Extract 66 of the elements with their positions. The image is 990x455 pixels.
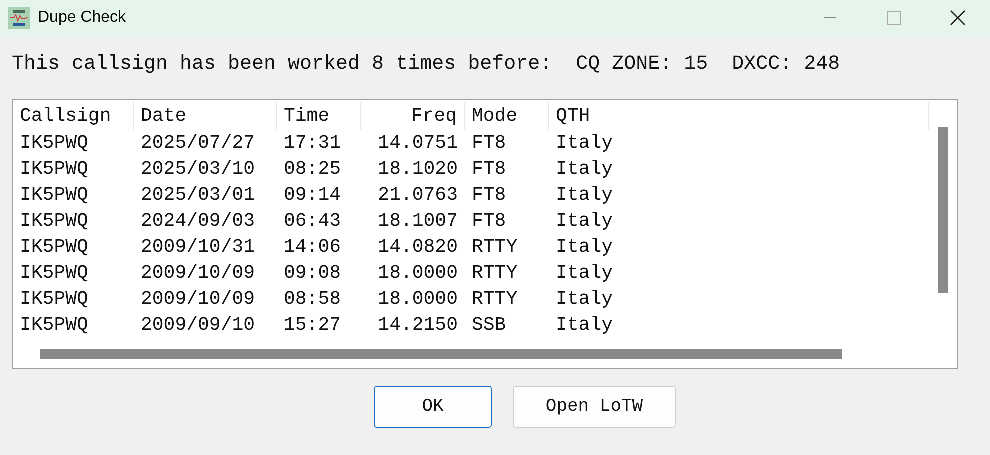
- table-cell-text: IK5PWQ: [19, 208, 90, 234]
- table-cell-text: IK5PWQ: [19, 130, 90, 156]
- column-header[interactable]: Freq: [361, 102, 465, 130]
- table-cell-text: 2025/03/10: [140, 156, 256, 182]
- table-cell-text: RTTY: [471, 234, 519, 260]
- table-cell-text: 14:06: [283, 234, 342, 260]
- table-cell-text: 15:27: [283, 312, 342, 338]
- table-cell-text: IK5PWQ: [19, 156, 90, 182]
- vertical-scrollbar[interactable]: [938, 127, 948, 293]
- table-cell-text: IK5PWQ: [19, 260, 90, 286]
- table-cell-text: 2025/03/01: [140, 182, 256, 208]
- table-cell-text: Italy: [555, 208, 614, 234]
- table-cell-text: 18.1020: [377, 156, 459, 182]
- table-cell-text: IK5PWQ: [19, 182, 90, 208]
- cq-zone-label: CQ ZONE: 15: [576, 52, 708, 78]
- table-cell-text: 21.0763: [377, 182, 459, 208]
- table-cell-text: 08:25: [283, 156, 342, 182]
- table-cell-text: 14.0820: [377, 234, 459, 260]
- table-cell-text: SSB: [471, 312, 508, 338]
- table-cell-text: Italy: [555, 286, 614, 312]
- dialog-button[interactable]: OK: [374, 386, 492, 428]
- table-cell-text: RTTY: [471, 260, 519, 286]
- table-cell-text: Italy: [555, 182, 614, 208]
- table-cell-text: FT8: [471, 208, 508, 234]
- table-cell-text: Italy: [555, 260, 614, 286]
- app-logo-icon: [8, 7, 30, 29]
- table-cell-text: 17:31: [283, 130, 342, 156]
- dialog-button[interactable]: Open LoTW: [513, 386, 676, 428]
- close-icon: [950, 10, 966, 26]
- table-cell-text: 14.2150: [377, 312, 459, 338]
- horizontal-scrollbar[interactable]: [40, 349, 842, 359]
- window-title: Dupe Check: [38, 8, 126, 28]
- dxcc-label: DXCC: 248: [732, 52, 840, 78]
- minimize-icon: [824, 17, 836, 19]
- column-header[interactable]: Time: [277, 102, 361, 130]
- table-cell-text: 18.1007: [377, 208, 459, 234]
- table-cell-text: IK5PWQ: [19, 312, 90, 338]
- table-cell-text: 08:58: [283, 286, 342, 312]
- table-cell-text: 09:08: [283, 260, 342, 286]
- table-cell-text: FT8: [471, 182, 508, 208]
- table-cell-text: 2024/09/03: [140, 208, 256, 234]
- table-cell-text: 2009/10/09: [140, 286, 256, 312]
- maximize-icon: [887, 11, 901, 25]
- column-header[interactable]: Date: [134, 102, 277, 130]
- column-header[interactable]: QTH: [549, 102, 929, 130]
- column-header[interactable]: Callsign: [13, 102, 134, 130]
- table-cell-text: RTTY: [471, 286, 519, 312]
- table-cell-text: 2009/10/31: [140, 234, 256, 260]
- table-cell-text: 18.0000: [377, 260, 459, 286]
- table-cell-text: Italy: [555, 234, 614, 260]
- table-cell-text: FT8: [471, 130, 508, 156]
- table-cell-text: FT8: [471, 156, 508, 182]
- table-cell-text: Italy: [555, 130, 614, 156]
- table-cell-text: Italy: [555, 312, 614, 338]
- column-header[interactable]: Mode: [465, 102, 549, 130]
- table-cell-text: Italy: [555, 156, 614, 182]
- table-cell-text: 18.0000: [377, 286, 459, 312]
- table-cell-text: 2025/07/27: [140, 130, 256, 156]
- table-cell-text: IK5PWQ: [19, 286, 90, 312]
- table-cell-text: 06:43: [283, 208, 342, 234]
- table-cell-text: 2009/10/09: [140, 260, 256, 286]
- table-cell-text: 14.0751: [377, 130, 459, 156]
- table-cell-text: IK5PWQ: [19, 234, 90, 260]
- dupe-message: This callsign has been worked 8 times before:: [12, 52, 552, 78]
- table-cell-text: 09:14: [283, 182, 342, 208]
- table-cell-text: 2009/09/10: [140, 312, 256, 338]
